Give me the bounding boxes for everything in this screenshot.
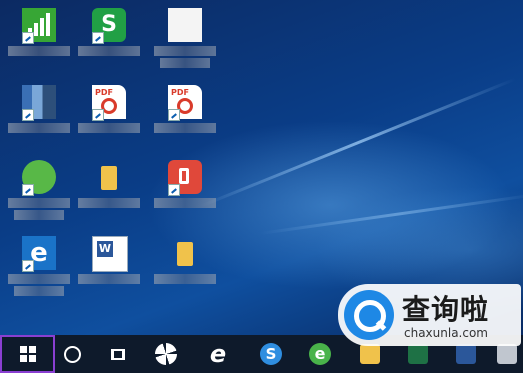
icon-label-blurred-line2 <box>160 58 210 68</box>
icon-label-blurred <box>78 198 140 208</box>
icon-label-blurred <box>8 274 70 284</box>
shortcut-arrow-icon <box>168 184 180 196</box>
cortana-search-button[interactable] <box>50 335 94 373</box>
word-icon <box>456 344 476 364</box>
taskbar-app-ie[interactable]: e <box>196 335 240 373</box>
shortcut-arrow-icon <box>92 32 104 44</box>
task-view-button[interactable] <box>96 335 140 373</box>
desktop-icon-mosaic[interactable] <box>4 85 74 167</box>
watermark-title: 查询啦 <box>402 293 490 326</box>
desktop-icon-green-round[interactable] <box>4 160 74 242</box>
desktop-icon-green-s[interactable]: S <box>74 8 144 90</box>
desktop-icon-folder-1[interactable] <box>74 160 144 242</box>
pinwheel-app-icon <box>155 343 177 365</box>
folder-icon <box>101 166 117 190</box>
desktop-icon-pdf-1[interactable]: PDF <box>74 85 144 167</box>
taskbar-app-360[interactable]: e <box>298 335 342 373</box>
360-browser-icon: e <box>309 343 331 365</box>
watermark: 查询啦 chaxunla.com <box>338 284 521 346</box>
internet-explorer-icon: e <box>209 340 227 368</box>
start-button[interactable] <box>0 335 55 373</box>
desktop-icon-pdf-2[interactable]: PDF <box>150 85 220 167</box>
desktop-icon-word[interactable] <box>74 236 144 318</box>
icon-label-blurred <box>8 198 70 208</box>
desktop-icon-edge[interactable]: e <box>4 236 74 318</box>
shortcut-arrow-icon <box>92 109 104 121</box>
shortcut-arrow-icon <box>22 184 34 196</box>
icon-label-blurred <box>8 46 70 56</box>
desktop-icon-folder-2[interactable] <box>150 236 220 318</box>
icon-label-blurred <box>78 123 140 133</box>
magnifier-logo-icon <box>344 290 394 340</box>
icon-label-blurred-line2 <box>14 286 64 296</box>
word-document-icon <box>92 236 128 272</box>
shortcut-arrow-icon <box>22 260 34 272</box>
file-explorer-icon <box>360 344 380 364</box>
icon-label-blurred <box>154 198 216 208</box>
excel-icon <box>408 344 428 364</box>
folder-icon-2 <box>177 242 193 266</box>
app-icon <box>496 344 517 364</box>
icon-label-blurred <box>78 274 140 284</box>
watermark-url: chaxunla.com <box>404 326 488 340</box>
cortana-circle-icon <box>63 345 81 363</box>
task-view-icon <box>111 348 125 360</box>
white-file-icon <box>168 8 202 42</box>
shortcut-arrow-icon <box>22 109 34 121</box>
shortcut-arrow-icon <box>22 32 34 44</box>
icon-label-blurred <box>154 123 216 133</box>
desktop-icon-white-file[interactable] <box>150 8 220 90</box>
icon-label-blurred <box>154 274 216 284</box>
desktop-icon-green-bars[interactable] <box>4 8 74 90</box>
windows-logo-icon <box>19 346 36 362</box>
desktop-icon-foxit[interactable] <box>150 160 220 242</box>
icon-label-blurred-line2 <box>14 210 64 220</box>
taskbar-app-sogou[interactable]: S <box>249 335 293 373</box>
shortcut-arrow-icon <box>168 109 180 121</box>
wallpaper-light-beam <box>259 193 523 235</box>
icon-label-blurred <box>154 46 216 56</box>
taskbar-app-fan[interactable] <box>144 335 188 373</box>
icon-label-blurred <box>78 46 140 56</box>
icon-label-blurred <box>8 123 70 133</box>
wallpaper-light-beam <box>199 77 516 208</box>
sogou-browser-icon: S <box>260 343 282 365</box>
